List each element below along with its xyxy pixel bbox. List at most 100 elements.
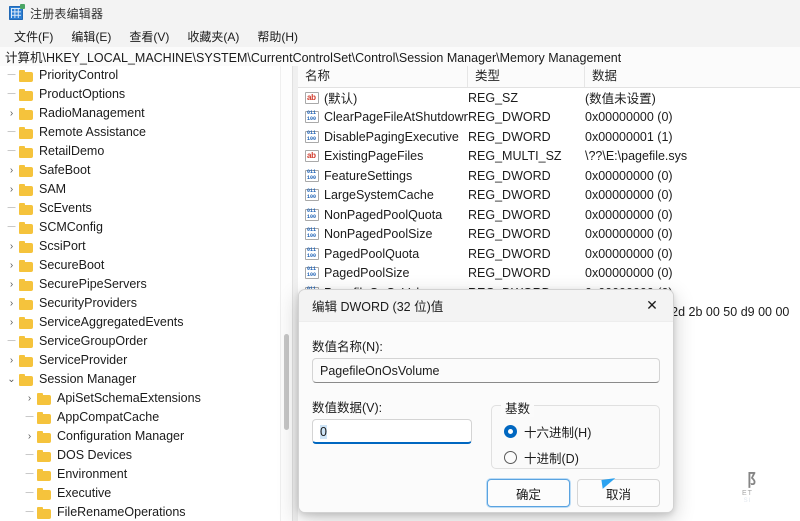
tree-item[interactable]: ─ SCMConfig: [0, 218, 292, 237]
tree-item[interactable]: ─ ProductOptions: [0, 85, 292, 104]
cancel-button[interactable]: 取消: [577, 479, 660, 507]
tree-line-icon: ─: [7, 335, 16, 347]
tree-item[interactable]: ─ ScEvents: [0, 199, 292, 218]
tree-item-label: ScsiPort: [39, 239, 86, 253]
menu-bar: 文件(F) 编辑(E) 查看(V) 收藏夹(A) 帮助(H): [0, 26, 800, 47]
tree-item[interactable]: › SafeBoot: [0, 161, 292, 180]
chevron-right-icon[interactable]: ›: [4, 313, 19, 332]
registry-tree-pane[interactable]: ─ PriorityControl ─ ProductOptions › RadioMan…: [0, 66, 292, 521]
chevron-right-icon[interactable]: ›: [4, 275, 19, 294]
tree-item[interactable]: › ServiceAggregatedEvents: [0, 313, 292, 332]
tree-item[interactable]: ─ ServiceGroupOrder: [0, 332, 292, 351]
tree-item[interactable]: › SecurityProviders: [0, 294, 292, 313]
tree-item[interactable]: › ApiSetSchemaExtensions: [0, 389, 292, 408]
chevron-right-icon[interactable]: ›: [4, 161, 19, 180]
chevron-right-icon[interactable]: ›: [4, 180, 19, 199]
chevron-right-icon[interactable]: ›: [4, 104, 19, 123]
folder-icon: [19, 240, 34, 253]
chevron-right-icon[interactable]: ›: [22, 389, 37, 408]
tree-item[interactable]: ─ Executive: [0, 484, 292, 503]
folder-icon: [19, 183, 34, 196]
tree-item[interactable]: ─ Environment: [0, 465, 292, 484]
chevron-right-icon[interactable]: ›: [22, 427, 37, 446]
tree-item-label: ApiSetSchemaExtensions: [57, 391, 201, 405]
dword-value-icon: [305, 130, 319, 143]
dword-value-icon: [305, 208, 319, 221]
tree-item[interactable]: ─ PriorityControl: [0, 66, 292, 85]
tree-scrollbar[interactable]: [280, 66, 292, 521]
tree-item-label: PriorityControl: [39, 68, 119, 82]
tree-item[interactable]: › Configuration Manager: [0, 427, 292, 446]
value-name-text: NonPagedPoolQuota: [324, 207, 443, 222]
tree-item[interactable]: › SecurePipeServers: [0, 275, 292, 294]
value-type-cell: REG_MULTI_SZ: [468, 149, 562, 164]
value-data-cell: 0x00000000 (0): [585, 110, 673, 125]
tree-item[interactable]: ─ DOS Devices: [0, 446, 292, 465]
menu-item-view[interactable]: 查看(V): [121, 26, 177, 47]
registry-value-row[interactable]: ExistingPageFiles REG_MULTI_SZ \??\E:\page…: [298, 147, 800, 167]
registry-value-row[interactable]: FeatureSettings REG_DWORD 0x00000000 (0): [298, 166, 800, 186]
tree-item-label: Executive: [57, 486, 112, 500]
radio-decimal-dot: [504, 451, 517, 464]
registry-value-row[interactable]: NonPagedPoolSize REG_DWORD 0x00000000 (0): [298, 225, 800, 245]
chevron-right-icon[interactable]: ›: [4, 294, 19, 313]
tree-item-label: SafeBoot: [39, 163, 91, 177]
address-bar[interactable]: 计算机\HKEY_LOCAL_MACHINE\SYSTEM\CurrentCon…: [0, 47, 800, 67]
folder-icon: [37, 487, 52, 500]
menu-item-edit[interactable]: 编辑(E): [63, 26, 119, 47]
chevron-right-icon[interactable]: ›: [4, 256, 19, 275]
registry-value-row[interactable]: LargeSystemCache REG_DWORD 0x00000000 (0): [298, 186, 800, 206]
value-data-text: 0: [320, 425, 327, 439]
radio-hexadecimal[interactable]: 十六进制(H): [504, 422, 591, 441]
registry-value-row[interactable]: ClearPageFileAtShutdownREG_DWORD 0x000000…: [298, 108, 800, 128]
value-name-text: ExistingPageFiles: [324, 149, 424, 164]
folder-icon: [19, 107, 34, 120]
ok-button[interactable]: 确定: [487, 479, 570, 507]
tree-line-icon: ─: [7, 221, 16, 233]
tree-item-label: AppCompatCache: [57, 410, 160, 424]
value-data-input[interactable]: 0: [312, 419, 472, 444]
registry-value-row[interactable]: NonPagedPoolQuota REG_DWORD 0x00000000 (0): [298, 205, 800, 225]
menu-item-favorites[interactable]: 收藏夹(A): [179, 26, 247, 47]
radio-decimal[interactable]: 十进制(D): [504, 448, 579, 467]
chevron-down-icon[interactable]: ⌄: [4, 370, 19, 389]
menu-item-help[interactable]: 帮助(H): [249, 26, 306, 47]
base-group-label: 基数: [501, 398, 535, 417]
tree-item[interactable]: › SAM: [0, 180, 292, 199]
folder-icon: [19, 316, 34, 329]
tree-item[interactable]: › ServiceProvider: [0, 351, 292, 370]
watermark-line2: SI: [743, 498, 752, 504]
chevron-right-icon[interactable]: ›: [4, 237, 19, 256]
tree-item[interactable]: ─ Remote Assistance: [0, 123, 292, 142]
tree-line-icon: ─: [7, 88, 16, 100]
tree-item[interactable]: › ScsiPort: [0, 237, 292, 256]
tree-item[interactable]: ⌄ Session Manager: [0, 370, 292, 389]
registry-value-row[interactable]: PagedPoolSize REG_DWORD 0x00000000 (0): [298, 264, 800, 284]
menu-item-file[interactable]: 文件(F): [6, 26, 61, 47]
value-name-cell: LargeSystemCache: [298, 188, 468, 202]
dword-value-icon: [305, 266, 319, 280]
tree-scrollbar-thumb[interactable]: [284, 334, 289, 430]
column-header-type[interactable]: 类型: [468, 66, 585, 87]
registry-value-row[interactable]: DisablePagingExecutive REG_DWORD 0x0000000…: [298, 127, 800, 147]
tree-item[interactable]: ─ FileRenameOperations: [0, 503, 292, 521]
tree-item[interactable]: ─ RetailDemo: [0, 142, 292, 161]
chevron-right-icon[interactable]: ›: [4, 351, 19, 370]
column-header-name[interactable]: 名称: [298, 66, 468, 87]
folder-icon: [19, 335, 34, 348]
dword-value-icon: [305, 188, 319, 202]
value-name-input[interactable]: PagefileOnOsVolume: [312, 358, 660, 383]
mouse-cursor: [601, 478, 617, 489]
column-header-data[interactable]: 数据: [585, 66, 800, 87]
registry-value-row[interactable]: (默认) REG_SZ (数值未设置): [298, 88, 800, 108]
dialog-title-bar: 编辑 DWORD (32 位)值 ✕: [299, 290, 673, 321]
watermark-line1: ET: [742, 490, 753, 497]
registry-tree[interactable]: ─ PriorityControl ─ ProductOptions › RadioMan…: [0, 66, 292, 521]
value-data-cell: 0x00000000 (0): [585, 188, 673, 203]
tree-item[interactable]: ─ AppCompatCache: [0, 408, 292, 427]
tree-item[interactable]: › SecureBoot: [0, 256, 292, 275]
registry-value-row[interactable]: PagedPoolQuota REG_DWORD 0x00000000 (0): [298, 244, 800, 264]
tree-item[interactable]: › RadioManagement: [0, 104, 292, 123]
folder-icon: [37, 430, 52, 443]
close-icon[interactable]: ✕: [631, 290, 673, 321]
